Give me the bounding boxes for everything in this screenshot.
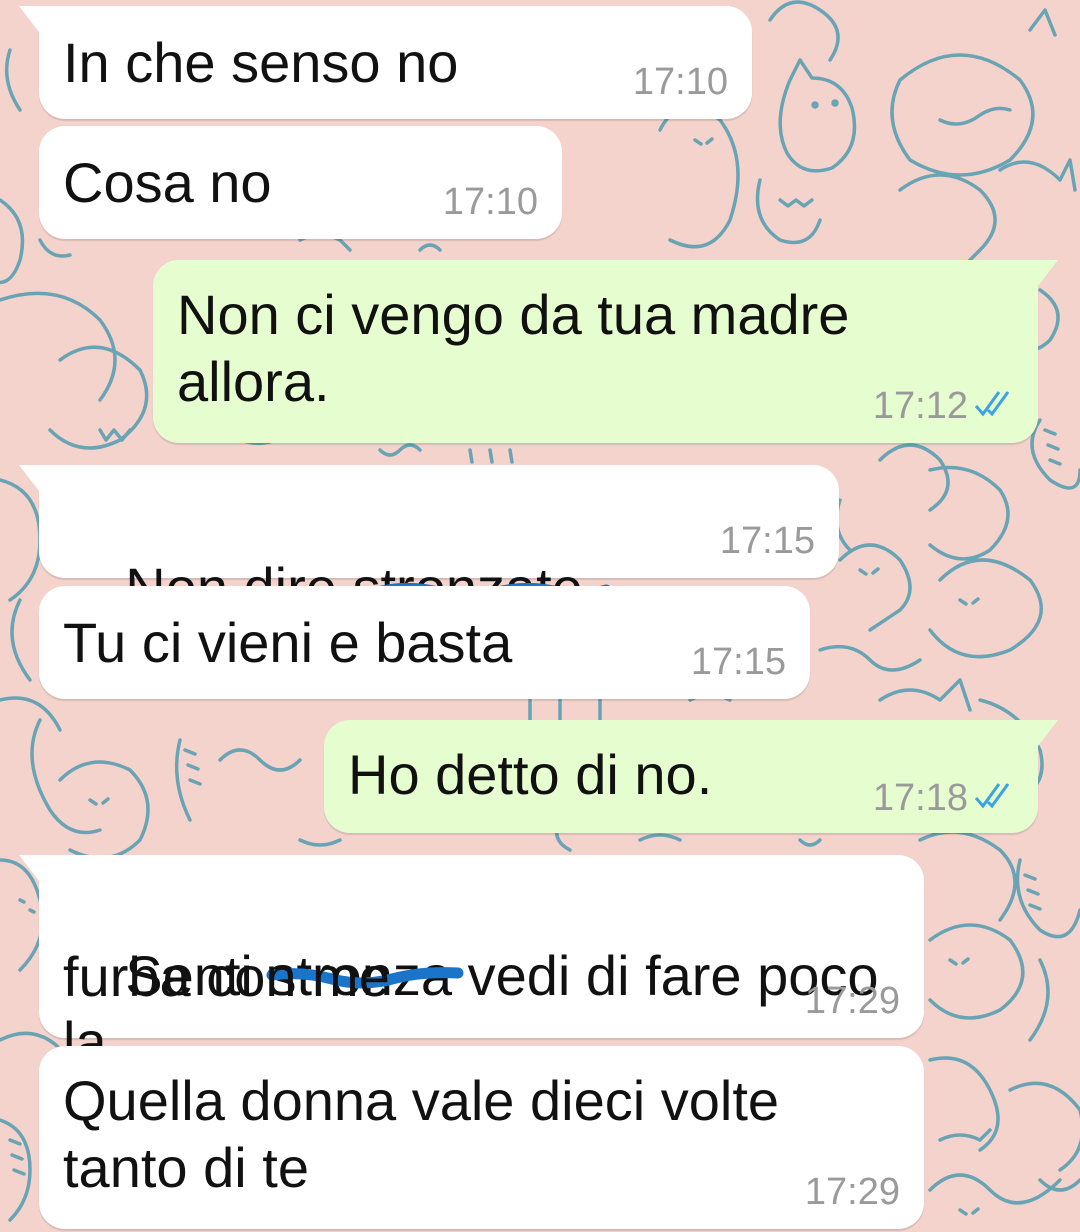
message-text-line: tanto di te [63,1136,309,1199]
message-timestamp: 17:15 [690,641,786,683]
message-timestamp: 17:29 [804,980,900,1022]
bubble-tail [19,6,39,32]
bubble-tail [19,465,39,491]
message-timestamp: 17:12 [872,385,968,427]
message-text: Cosa no [63,151,272,214]
incoming-message-bubble[interactable]: Tu ci vieni e basta 17:15 [39,586,810,699]
incoming-message-bubble[interactable]: Quella donna vale dieci volte tanto di t… [39,1046,924,1229]
double-check-icon [974,391,1010,417]
message-text-line: Non ci vengo da tua madre [177,283,850,346]
double-check-icon [974,783,1010,809]
incoming-message-bubble[interactable]: Non dire stronzate 17:15 [19,465,839,619]
incoming-message-bubble[interactable]: Senti stronza vedi di fare poco la furba… [19,855,924,1073]
message-text-line: allora. [177,350,330,413]
bubble-tail [1038,720,1058,746]
message-text: Ho detto di no. [348,743,713,806]
message-timestamp: 17:10 [632,61,728,103]
message-text-line: Quella donna vale dieci volte [63,1069,780,1132]
outgoing-message-bubble[interactable]: Ho detto di no. 17:18 [324,720,1058,833]
bubble-tail [1038,260,1058,286]
message-timestamp: 17:29 [804,1171,900,1213]
message-text: In che senso no [63,31,459,94]
message-timestamp: 17:15 [719,520,815,562]
bubble-tail [19,855,39,881]
message-text: Tu ci vieni e basta [63,611,513,674]
message-text-line: furba con me [63,945,390,1008]
message-timestamp: 17:10 [442,181,538,223]
incoming-message-bubble[interactable]: In che senso no 17:10 [19,6,752,119]
outgoing-message-bubble[interactable]: Non ci vengo da tua madre allora. 17:12 [153,260,1058,443]
incoming-message-bubble[interactable]: Cosa no 17:10 [39,126,562,239]
message-timestamp: 17:18 [872,777,968,819]
